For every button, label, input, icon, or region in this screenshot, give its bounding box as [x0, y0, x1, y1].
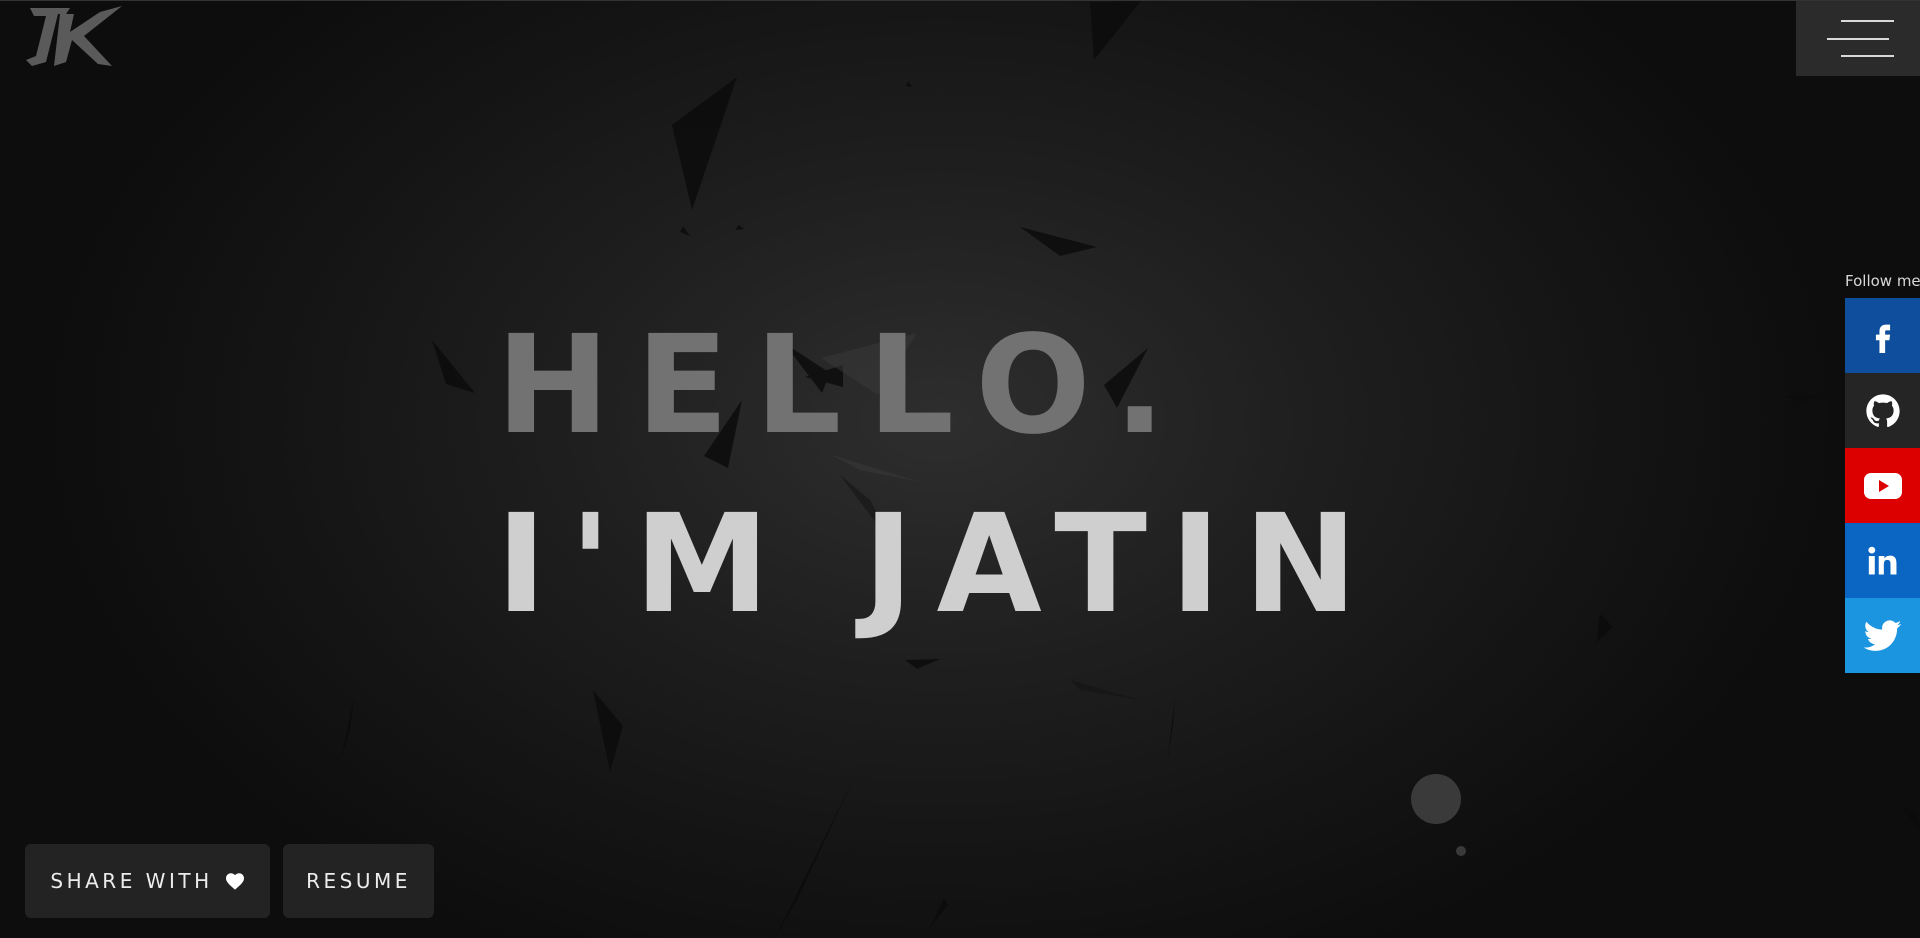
hamburger-icon-bar-middle — [1827, 38, 1889, 40]
github-link[interactable] — [1845, 373, 1920, 448]
facebook-link[interactable] — [1845, 298, 1920, 373]
resume-button[interactable]: RESUME — [283, 844, 434, 918]
hero-greeting: HELLO. — [496, 307, 1192, 465]
follow-label: Follow me — [1845, 272, 1920, 290]
linkedin-link[interactable] — [1845, 523, 1920, 598]
twitter-icon — [1863, 619, 1901, 651]
twitter-link[interactable] — [1845, 598, 1920, 673]
hamburger-icon-bar-bottom — [1841, 55, 1894, 57]
hamburger-icon — [1841, 20, 1894, 22]
github-icon — [1865, 393, 1900, 427]
page-root: HELLO. I'M JATIN Follow me SHARE WITH RE… — [0, 0, 1920, 938]
background-orb — [1411, 774, 1461, 824]
share-button-label: SHARE WITH — [50, 869, 213, 893]
youtube-link[interactable] — [1845, 448, 1920, 523]
background-shards — [340, 1, 1920, 938]
resume-button-label: RESUME — [306, 869, 411, 893]
youtube-icon — [1863, 472, 1902, 499]
hero-name: I'M JATIN — [496, 486, 1381, 644]
heart-icon — [225, 873, 244, 890]
linkedin-icon — [1867, 546, 1896, 574]
facebook-icon — [1875, 324, 1890, 353]
menu-button[interactable] — [1796, 1, 1920, 76]
jk-logo[interactable] — [24, 4, 128, 70]
background-dot — [1456, 846, 1466, 856]
share-button[interactable]: SHARE WITH — [25, 844, 270, 918]
